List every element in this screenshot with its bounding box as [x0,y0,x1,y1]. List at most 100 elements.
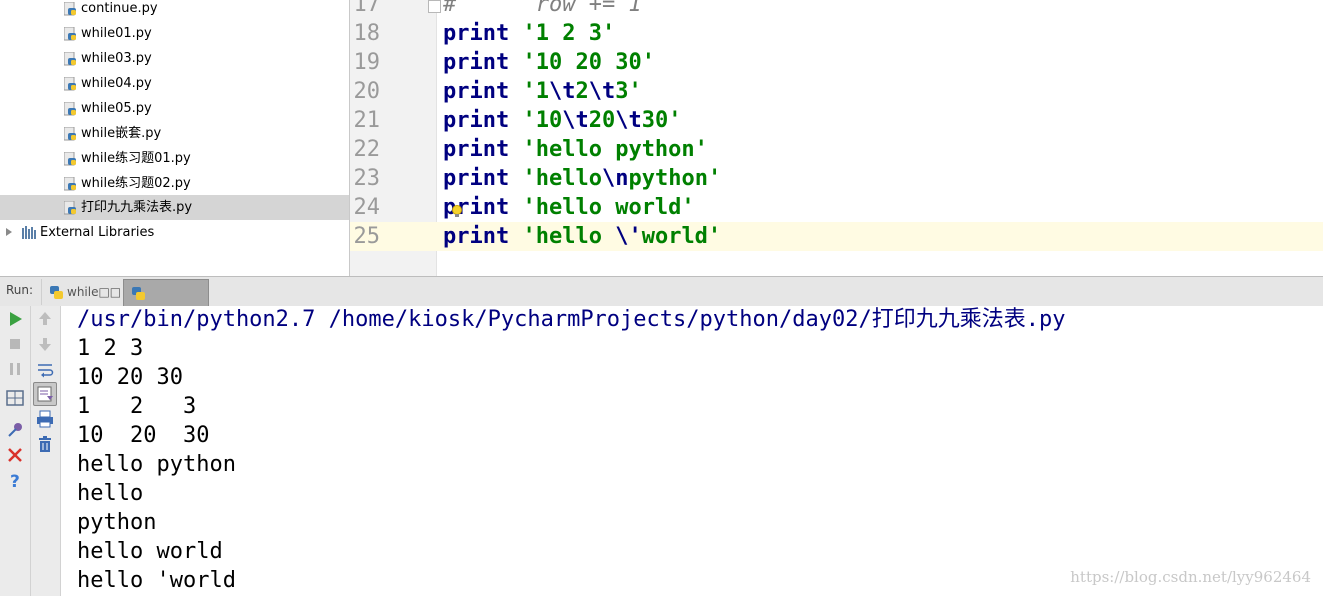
file-item[interactable]: while练习题02.py [64,171,191,196]
expand-arrow-icon[interactable] [6,228,12,236]
file-item[interactable]: while嵌套.py [64,121,161,146]
file-item[interactable]: continue.py [64,0,158,21]
console-line: hello python [77,452,236,477]
code-comment-line: # row += 1 [443,0,642,17]
line-number: 20 [353,79,381,104]
layout-icon[interactable] [4,387,26,409]
string-literal: world' [641,224,722,249]
console-output[interactable]: /usr/bin/python2.7 /home/kiosk/PycharmPr… [61,306,1323,596]
string-literal: '10 [522,108,563,133]
file-name: while嵌套.py [81,126,162,141]
line-number: 22 [353,137,381,162]
pin-icon[interactable] [4,419,26,441]
pause-icon[interactable] [4,358,26,380]
rerun-icon[interactable] [4,308,26,330]
string-literal: 'hello [522,224,616,249]
python-file-icon [64,1,76,15]
python-file-icon [64,176,76,190]
console-line: 1 2 3 [77,336,144,361]
close-icon[interactable] [4,444,26,466]
file-item[interactable]: while04.py [64,71,152,96]
run-tab-bar: Run: while□□ □□□□□□□ [0,276,1323,326]
code-line: print 'hello\npython' [443,164,721,193]
keyword: print [443,79,510,104]
keyword: print [443,21,510,46]
fold-icon[interactable] [428,0,441,13]
python-file-icon [64,126,76,140]
trash-icon[interactable] [34,433,56,455]
string-literal: 30' [641,108,682,133]
file-item[interactable]: while练习题01.py [64,146,191,171]
stop-icon[interactable] [4,333,26,355]
file-item[interactable]: while03.py [64,46,152,71]
python-file-icon [64,51,76,65]
python-icon [50,286,63,299]
run-label: Run: [6,283,34,297]
keyword: print [443,166,510,191]
file-item[interactable]: while05.py [64,96,152,121]
project-tree: continue.py while01.py while03.py while0… [0,0,350,276]
escape-sequence: \n [601,166,629,191]
run-toolbar-primary: ? [0,306,31,596]
line-number: 17 [353,0,381,17]
console-line: hello [77,481,144,506]
string-literal: 'hello world' [522,195,695,220]
file-name: while05.py [81,101,152,116]
escape-sequence: \t [588,79,616,104]
string-literal: 2 [575,79,589,104]
string-literal: python' [628,166,722,191]
run-toolbar-secondary [31,306,61,596]
string-literal: '10 20 30' [522,50,655,75]
python-file-icon [64,26,76,40]
escape-sequence: \t [562,108,589,133]
file-item[interactable]: while01.py [64,21,152,46]
print-icon[interactable] [34,408,56,430]
code-line: print 'hello world' [443,193,695,222]
string-literal: 20 [588,108,616,133]
code-line-current: print 'hello \'world' [443,222,721,251]
python-icon [132,287,145,300]
keyword: print [443,108,510,133]
python-file-icon [64,200,76,214]
console-command-line: /usr/bin/python2.7 /home/kiosk/PycharmPr… [77,307,1066,332]
escape-sequence: \t [615,108,642,133]
scroll-to-end-button[interactable] [33,382,57,406]
soft-wrap-icon[interactable] [34,358,56,380]
external-libraries-label: External Libraries [40,225,155,240]
keyword: print [443,137,510,162]
console-line: python [77,510,157,535]
help-icon[interactable]: ? [4,469,26,491]
escape-sequence: \' [615,224,642,249]
file-name: 打印九九乘法表.py [81,200,193,215]
file-item-selected[interactable]: 打印九九乘法表.py [0,195,349,220]
string-literal: 3' [615,79,642,104]
code-line: print '10 20 30' [443,48,655,77]
escape-sequence: \t [548,79,576,104]
file-name: while01.py [81,26,152,41]
console-line: 10 20 30 [77,423,210,448]
watermark: https://blog.csdn.net/lyy962464 [1070,568,1311,586]
string-literal: '1 [522,79,549,104]
line-number: 18 [353,21,381,46]
code-line: print '1\t2\t3' [443,77,642,106]
code-line: print 'hello python' [443,135,708,164]
python-file-icon [64,151,76,165]
arrow-down-icon[interactable] [34,333,56,355]
console-line: 10 20 30 [77,365,183,390]
line-number: 21 [353,108,381,133]
run-tab[interactable]: while□□ [41,279,132,305]
keyword: print [443,224,510,249]
external-libraries-item[interactable]: External Libraries [0,220,349,245]
run-tab-active[interactable]: □□□□□□□ [123,279,211,326]
arrow-up-icon[interactable] [34,308,56,330]
console-line: hello 'world [77,568,236,593]
file-name: while练习题01.py [81,151,191,166]
run-tab-label: while□□ [67,285,122,299]
string-literal: '1 2 3' [522,21,616,46]
scroll-to-end-icon [37,386,53,402]
line-number: 19 [353,50,381,75]
lightbulb-icon[interactable] [451,205,463,218]
file-name: while03.py [81,51,152,66]
keyword: print [443,50,510,75]
console-line: hello world [77,539,223,564]
